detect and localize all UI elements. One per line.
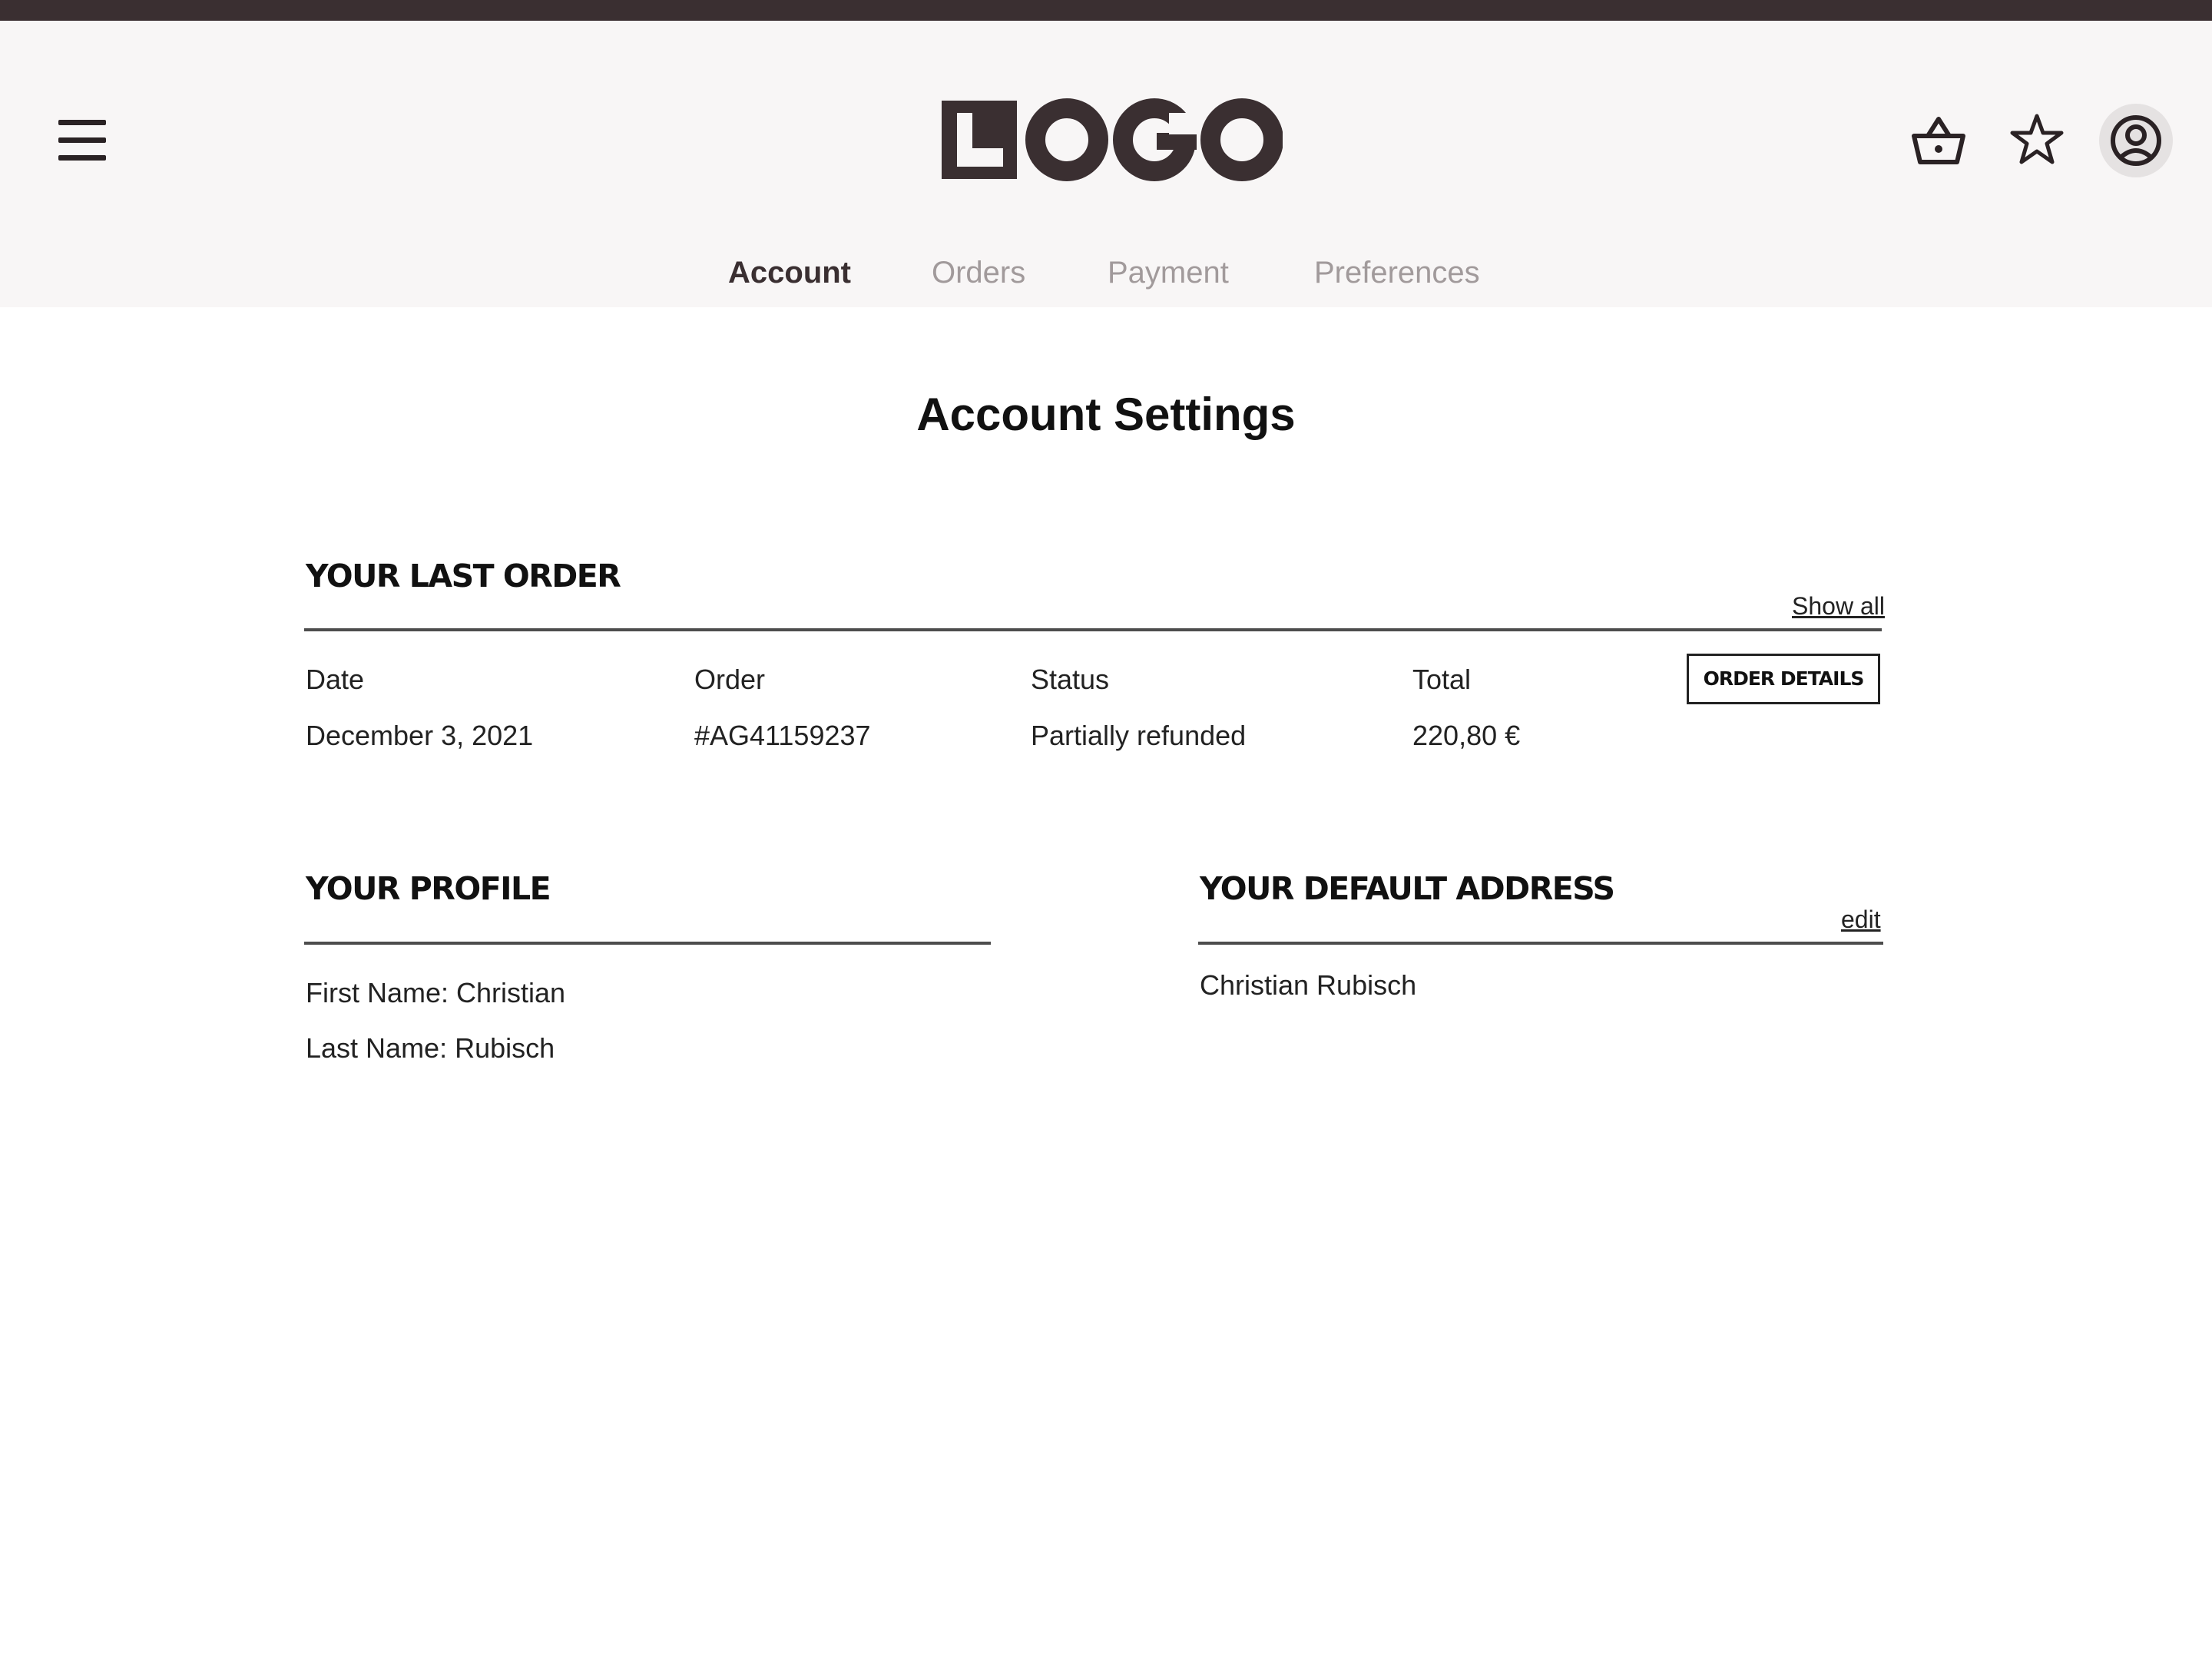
- basket-icon[interactable]: [1902, 104, 1975, 177]
- column-header-date: Date: [306, 664, 365, 695]
- tab-payment[interactable]: Payment: [1108, 250, 1229, 296]
- address-divider: [1198, 942, 1883, 945]
- tab-account[interactable]: Account: [728, 250, 851, 296]
- default-address-title: YOUR DEFAULT ADDRESS: [1200, 870, 1615, 907]
- top-bar: [0, 0, 2212, 21]
- order-date: December 3, 2021: [306, 720, 534, 751]
- profile-divider: [304, 942, 991, 945]
- hamburger-menu-icon[interactable]: [54, 117, 111, 164]
- profile-first-name: First Name: Christian: [306, 977, 566, 1008]
- site-header: Account Orders Payment Preferences: [0, 21, 2212, 307]
- order-total: 220,80 €: [1412, 720, 1521, 751]
- profile-title: YOUR PROFILE: [306, 870, 551, 907]
- column-header-status: Status: [1031, 664, 1110, 695]
- order-details-button[interactable]: ORDER DETAILS: [1687, 654, 1880, 704]
- account-tabs: Account Orders Payment Preferences: [0, 250, 2212, 296]
- last-order-divider: [304, 628, 1882, 631]
- column-header-total: Total: [1412, 664, 1472, 695]
- user-account-icon[interactable]: [2099, 104, 2173, 177]
- address-name: Christian Rubisch: [1200, 969, 1417, 1001]
- order-number: #AG41159237: [694, 720, 871, 751]
- page-title: Account Settings: [916, 389, 1296, 440]
- column-header-order: Order: [694, 664, 766, 695]
- star-icon[interactable]: [2000, 104, 2074, 177]
- profile-last-name: Last Name: Rubisch: [306, 1032, 555, 1064]
- tab-preferences[interactable]: Preferences: [1314, 250, 1480, 296]
- edit-address-link[interactable]: edit: [1841, 904, 1881, 935]
- tab-orders[interactable]: Orders: [932, 250, 1025, 296]
- show-all-link[interactable]: Show all: [1792, 591, 1885, 621]
- order-status: Partially refunded: [1031, 720, 1247, 751]
- logo[interactable]: [939, 98, 1283, 182]
- last-order-title: YOUR LAST ORDER: [306, 558, 621, 594]
